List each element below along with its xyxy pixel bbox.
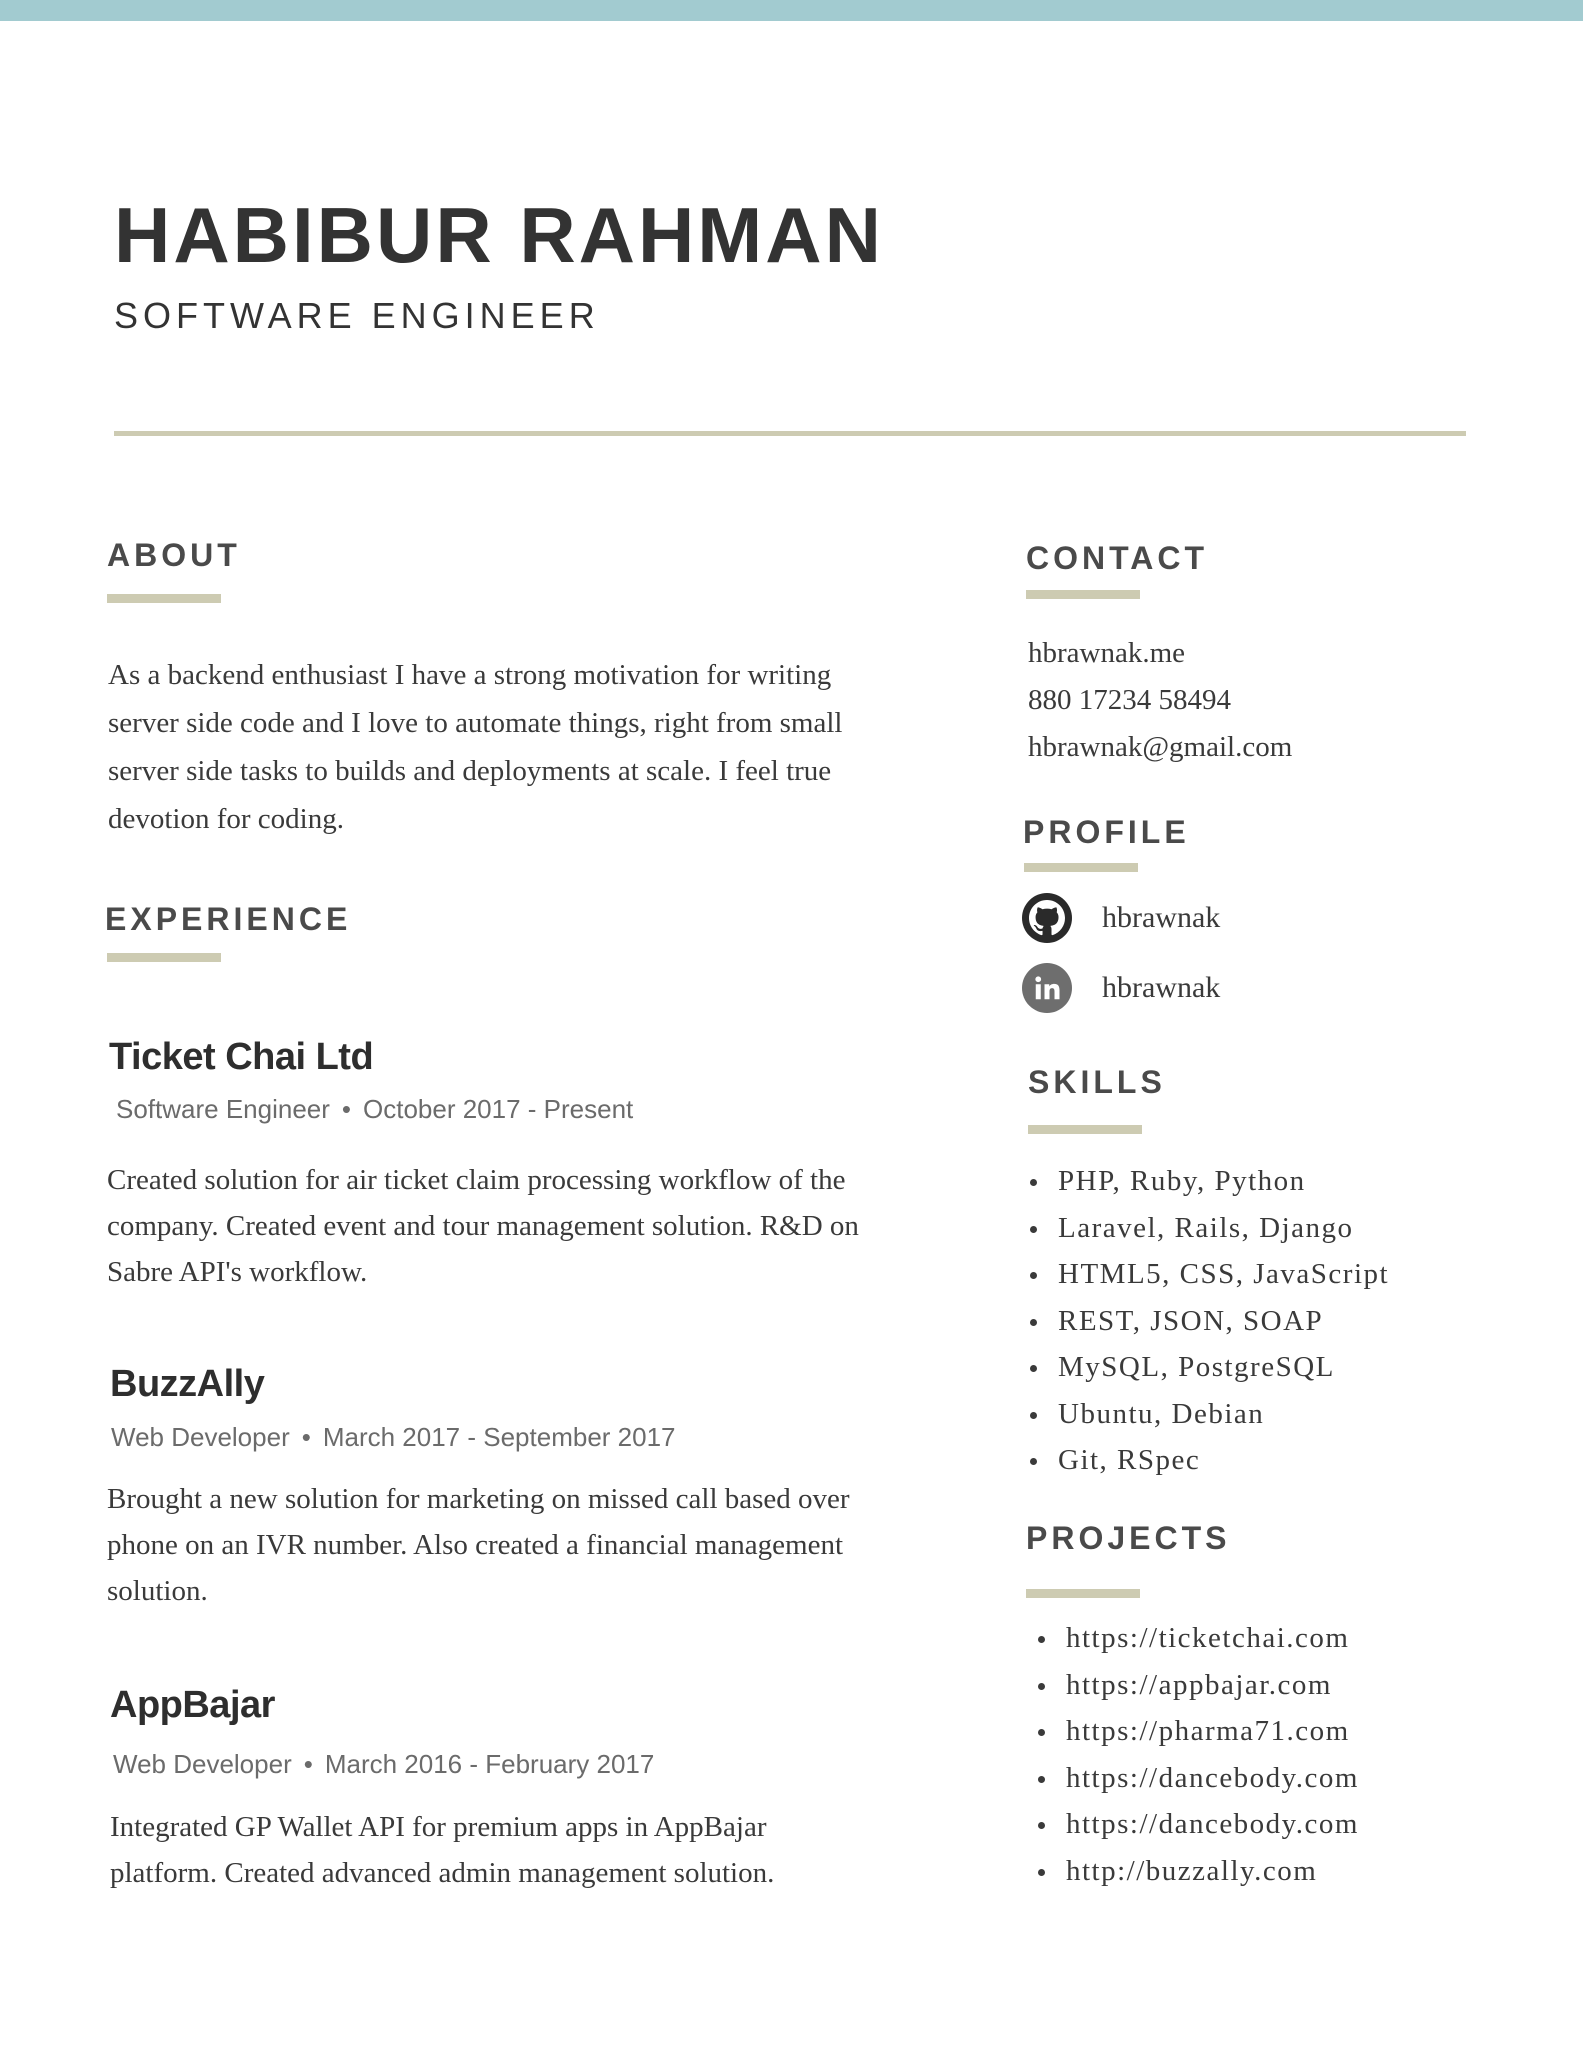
- about-accent: [107, 594, 221, 603]
- contact-email: hbrawnak@gmail.com: [1028, 731, 1293, 763]
- job-role: Web Developer: [113, 1749, 292, 1779]
- skill-item: Laravel, Rails, Django: [1030, 1205, 1389, 1252]
- contact-heading: CONTACT: [1026, 540, 1209, 576]
- skill-item: REST, JSON, SOAP: [1030, 1298, 1389, 1345]
- job-description-line: Sabre API's workflow.: [107, 1256, 368, 1288]
- linkedin-handle: hbrawnak: [1102, 971, 1221, 1004]
- job-description-line: company. Created event and tour manageme…: [107, 1210, 859, 1242]
- project-item: https://dancebody.com: [1038, 1755, 1359, 1802]
- job-description: Integrated GP Wallet API for premium app…: [110, 1804, 774, 1896]
- skill-item: MySQL, PostgreSQL: [1030, 1344, 1389, 1391]
- github-icon: [1022, 893, 1072, 943]
- job-period: March 2016 - February 2017: [324, 1749, 655, 1779]
- project-item: http://buzzally.com: [1038, 1848, 1359, 1895]
- separator-dot: •: [301, 1422, 311, 1452]
- job-description: Created solution for air ticket claim pr…: [107, 1157, 859, 1295]
- top-accent-bar: [0, 0, 1583, 21]
- job-description-line: platform. Created advanced admin managem…: [110, 1857, 775, 1889]
- job-role: Software Engineer: [116, 1094, 330, 1124]
- header-divider: [114, 431, 1466, 436]
- job-company: Ticket Chai Ltd: [109, 1036, 374, 1078]
- job-description-line: Created solution for air ticket claim pr…: [107, 1164, 846, 1196]
- job-meta: Web Developer • March 2016 - February 2017: [113, 1751, 654, 1777]
- candidate-title: SOFTWARE ENGINEER: [114, 295, 600, 336]
- job-role: Web Developer: [111, 1422, 290, 1452]
- about-line: server side code and I love to automate …: [108, 707, 843, 739]
- skills-list: PHP, Ruby, Python Laravel, Rails, Django…: [1030, 1158, 1389, 1484]
- github-handle: hbrawnak: [1102, 901, 1221, 934]
- job-company: BuzzAlly: [110, 1363, 265, 1405]
- profile-accent: [1024, 863, 1138, 872]
- contact-website: hbrawnak.me: [1028, 637, 1186, 669]
- about-line: As a backend enthusiast I have a strong …: [108, 659, 832, 691]
- skill-item: PHP, Ruby, Python: [1030, 1158, 1389, 1205]
- job-description: Brought a new solution for marketing on …: [107, 1476, 850, 1614]
- skills-accent: [1028, 1125, 1142, 1134]
- resume-header: HABIBUR RAHMAN SOFTWARE ENGINEER: [114, 196, 884, 334]
- skill-item: HTML5, CSS, JavaScript: [1030, 1251, 1389, 1298]
- separator-dot: •: [303, 1749, 313, 1779]
- job-period: March 2017 - September 2017: [322, 1422, 676, 1452]
- about-line: devotion for coding.: [108, 803, 344, 835]
- job-meta: Software Engineer • October 2017 - Present: [116, 1096, 633, 1122]
- job-meta: Web Developer • March 2017 - September 201…: [111, 1424, 676, 1450]
- job-description-line: Brought a new solution for marketing on …: [107, 1483, 850, 1515]
- contact-phone: 880 17234 58494: [1028, 684, 1231, 716]
- project-item: https://dancebody.com: [1038, 1801, 1359, 1848]
- projects-list: https://ticketchai.com https://appbajar.…: [1038, 1615, 1359, 1894]
- project-item: https://ticketchai.com: [1038, 1615, 1359, 1662]
- skill-item: Git, RSpec: [1030, 1437, 1389, 1484]
- projects-heading: PROJECTS: [1026, 1520, 1231, 1556]
- project-item: https://pharma71.com: [1038, 1708, 1359, 1755]
- profile-github: hbrawnak: [1022, 893, 1220, 943]
- job-company: AppBajar: [110, 1684, 275, 1726]
- separator-dot: •: [341, 1094, 352, 1124]
- skill-item: Ubuntu, Debian: [1030, 1391, 1389, 1438]
- candidate-name: HABIBUR RAHMAN: [114, 191, 884, 279]
- job-period: October 2017 - Present: [363, 1094, 634, 1124]
- profile-linkedin: hbrawnak: [1022, 963, 1220, 1013]
- skills-heading: SKILLS: [1028, 1064, 1166, 1100]
- contact-list: hbrawnak.me 880 17234 58494 hbrawnak@gma…: [1028, 630, 1292, 771]
- job-description-line: Integrated GP Wallet API for premium app…: [110, 1811, 767, 1843]
- experience-heading: EXPERIENCE: [105, 901, 352, 937]
- contact-accent: [1026, 590, 1140, 599]
- job-description-line: solution.: [107, 1575, 208, 1607]
- profile-heading: PROFILE: [1023, 814, 1190, 850]
- about-text: As a backend enthusiast I have a strong …: [108, 651, 842, 843]
- job-description-line: phone on an IVR number. Also created a f…: [107, 1529, 844, 1561]
- project-item: https://appbajar.com: [1038, 1662, 1359, 1709]
- about-heading: ABOUT: [107, 537, 241, 573]
- linkedin-icon: [1022, 963, 1072, 1013]
- projects-accent: [1026, 1589, 1140, 1598]
- about-line: server side tasks to builds and deployme…: [108, 755, 832, 787]
- experience-accent: [107, 953, 221, 962]
